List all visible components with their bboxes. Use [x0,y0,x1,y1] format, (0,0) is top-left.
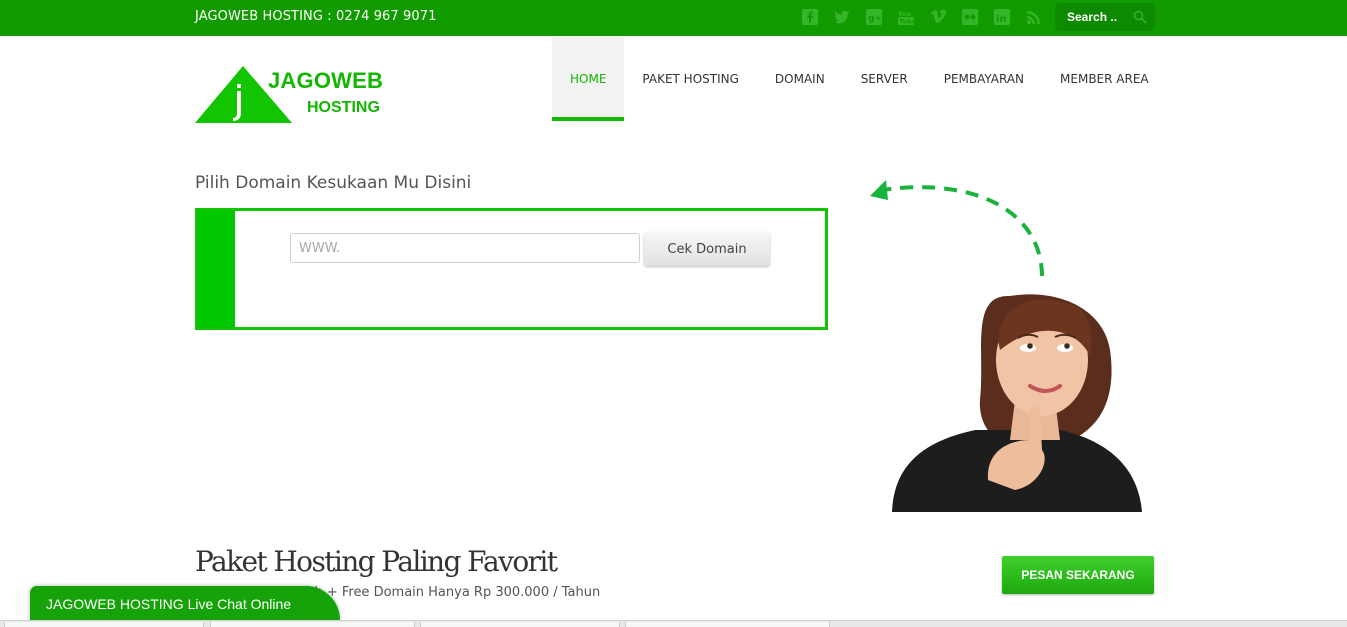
search-input[interactable] [1055,3,1133,31]
svg-text:Tube: Tube [900,19,916,26]
rss-icon[interactable] [1024,7,1044,27]
linkedin-icon[interactable]: in [992,7,1012,27]
twitter-icon[interactable] [832,7,852,27]
paket-title: Paket Hosting Paling Favorit [195,545,558,578]
google-plus-icon[interactable]: g+ [864,7,884,27]
nav-item-member-area[interactable]: MEMBER AREA [1042,36,1167,121]
pesan-sekarang-button[interactable]: PESAN SEKARANG [1002,556,1154,594]
nav-item-server[interactable]: SERVER [843,36,926,121]
live-chat-label: JAGOWEB HOSTING Live Chat Online [46,596,292,612]
domain-box-stripe [198,211,235,327]
logo-text-hosting: HOSTING [307,99,380,116]
nav-item-paket-hosting[interactable]: PAKET HOSTING [624,36,757,121]
vimeo-icon[interactable] [928,7,948,27]
bottom-tab[interactable] [4,622,204,627]
social-icons: g+ You Tube in [800,7,1056,27]
svg-text:You: You [897,10,912,18]
bottom-tab[interactable] [210,622,415,627]
dashed-arrow-icon [870,180,1044,277]
domain-search-box: Cek Domain [195,208,828,330]
youtube-icon[interactable]: You Tube [896,7,916,27]
nav-item-pembayaran[interactable]: PEMBAYARAN [926,36,1042,121]
flickr-icon[interactable] [960,7,980,27]
nav-item-home[interactable]: HOME [552,36,625,121]
top-bar: JAGOWEB HOSTING : 0274 967 9071 g+ You Tu… [0,0,1347,36]
domain-input[interactable] [290,233,640,263]
site-logo[interactable]: JAGOWEB HOSTING [195,66,395,126]
domain-section-title: Pilih Domain Kesukaan Mu Disini [195,173,472,193]
svg-text:in: in [996,14,1007,25]
search-icon[interactable] [1133,10,1147,24]
cek-domain-button[interactable]: Cek Domain [644,232,770,266]
contact-info: JAGOWEB HOSTING : 0274 967 9071 [195,9,437,24]
bottom-tab[interactable] [625,622,830,627]
thinking-woman-image [892,294,1142,512]
main-nav: HOME PAKET HOSTING DOMAIN SERVER PEMBAYA… [552,36,1167,121]
nav-item-domain[interactable]: DOMAIN [757,36,843,121]
bottom-tabs-strip [0,620,1347,627]
svg-text:g+: g+ [868,14,882,24]
live-chat-tab[interactable]: JAGOWEB HOSTING Live Chat Online [30,586,340,620]
top-search [1055,3,1155,31]
logo-text-jagoweb: JAGOWEB [268,68,384,93]
bottom-tab[interactable] [420,622,620,627]
facebook-icon[interactable] [800,7,820,27]
